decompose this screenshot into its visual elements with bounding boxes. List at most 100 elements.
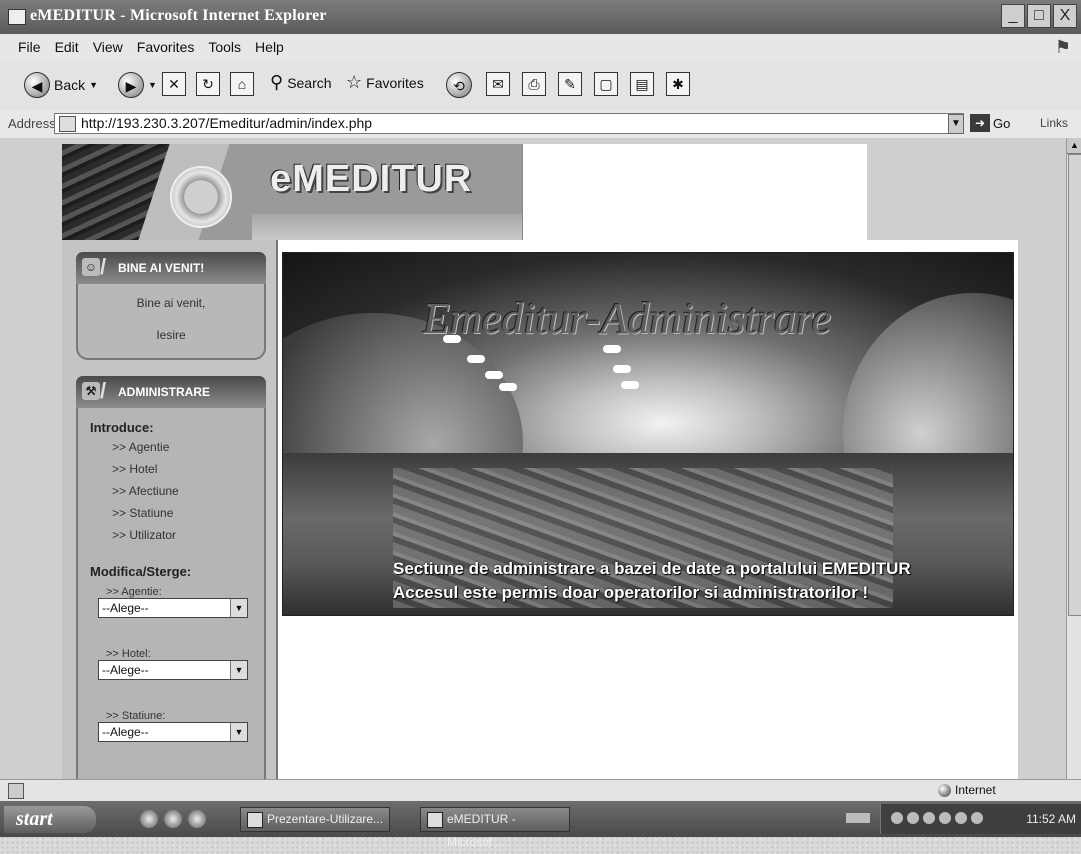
tunnel-light: [613, 365, 631, 373]
search-label: Search: [287, 74, 332, 91]
hotel-select-value: --Alege--: [102, 663, 149, 677]
menu-file[interactable]: File: [18, 39, 41, 55]
banner-blank-area: [522, 144, 867, 240]
quicklaunch-icon[interactable]: [188, 810, 206, 828]
site-logo: [170, 166, 232, 228]
menu-tools[interactable]: Tools: [208, 39, 241, 55]
minimize-button[interactable]: _: [1001, 4, 1025, 28]
document-icon: [247, 812, 263, 828]
taskbar-item-label: Prezentare-Utilizare...: [267, 812, 384, 826]
ie-window-icon: [8, 9, 26, 25]
links-button[interactable]: Links: [1040, 116, 1068, 130]
history-icon[interactable]: ⟲: [446, 72, 472, 98]
discuss-icon[interactable]: ▢: [594, 72, 618, 96]
tray-icon[interactable]: [939, 812, 951, 824]
go-arrow-icon: ➜: [970, 114, 990, 132]
agentie-select[interactable]: --Alege-- ▼: [98, 598, 248, 618]
vertical-scrollbar[interactable]: ▲: [1066, 138, 1081, 779]
scroll-up-icon[interactable]: ▲: [1067, 138, 1081, 154]
print-icon[interactable]: ⎙: [522, 72, 546, 96]
back-button[interactable]: ◀ Back ▼: [24, 72, 98, 98]
modify-delete-label: Modifica/Sterge:: [90, 564, 192, 579]
start-label: start: [16, 808, 53, 830]
chevron-down-icon: ▼: [89, 80, 99, 90]
tray-icon[interactable]: [955, 812, 967, 824]
introduce-utilizator-link[interactable]: >> Utilizator: [112, 528, 176, 542]
tray-icon[interactable]: [923, 812, 935, 824]
tray-icon[interactable]: [907, 812, 919, 824]
favorites-button[interactable]: ☆ Favorites: [346, 72, 424, 93]
forward-arrow-icon: ▶: [118, 72, 144, 98]
windows-logo-icon: ⚑: [1054, 37, 1071, 57]
clock: 11:52 AM: [1026, 812, 1076, 826]
menu-edit[interactable]: Edit: [55, 39, 79, 55]
zone-label: Internet: [955, 783, 996, 797]
hotel-select-label: >> Hotel:: [106, 648, 151, 660]
logout-link[interactable]: Iesire: [78, 328, 264, 342]
introduce-statiune-link[interactable]: >> Statiune: [112, 506, 173, 520]
address-url: http://193.230.3.207/Emeditur/admin/inde…: [81, 115, 373, 131]
tunnel-light: [621, 381, 639, 389]
chevron-down-icon: ▼: [230, 661, 247, 679]
quicklaunch-icon[interactable]: [140, 810, 158, 828]
taskbar-item-browser[interactable]: eMEDITUR - Microsof...: [420, 807, 570, 849]
language-bar-icon[interactable]: [846, 813, 870, 823]
go-label: Go: [993, 115, 1011, 131]
system-tray: 11:52 AM: [880, 804, 1081, 834]
introduce-hotel-link[interactable]: >> Hotel: [112, 462, 157, 476]
tunnel-light: [603, 345, 621, 353]
taskbar: start Prezentare-Utilizare... eMEDITUR -…: [0, 801, 1081, 849]
maximize-button[interactable]: □: [1027, 4, 1051, 28]
introduce-afectiune-link[interactable]: >> Afectiune: [112, 484, 179, 498]
address-bar: Address http://193.230.3.207/Emeditur/ad…: [0, 110, 1081, 139]
messenger-icon[interactable]: ✱: [666, 72, 690, 96]
statiune-select-label: >> Statiune:: [106, 710, 166, 722]
tray-icon[interactable]: [891, 812, 903, 824]
statiune-select[interactable]: --Alege-- ▼: [98, 722, 248, 742]
user-icon: ☺: [82, 258, 100, 276]
tunnel-light: [485, 371, 503, 379]
page-status-icon: [8, 783, 24, 799]
tunnel-light: [499, 383, 517, 391]
go-button[interactable]: ➜ Go: [970, 114, 1010, 132]
taskbar-item-label: eMEDITUR - Microsof...: [447, 812, 516, 849]
quicklaunch-icon[interactable]: [164, 810, 182, 828]
security-zone: Internet: [938, 783, 996, 797]
forward-button[interactable]: ▶ ▼: [118, 72, 157, 98]
close-button[interactable]: X: [1053, 4, 1077, 28]
star-icon: ☆: [346, 72, 363, 92]
welcome-box-header: ☺ / BINE AI VENIT!: [76, 252, 266, 284]
menu-view[interactable]: View: [93, 39, 123, 55]
hotel-select[interactable]: --Alege-- ▼: [98, 660, 248, 680]
welcome-box-title: BINE AI VENIT!: [118, 261, 205, 275]
edit-icon[interactable]: ✎: [558, 72, 582, 96]
search-button[interactable]: ⚲ Search: [270, 72, 332, 93]
address-label: Address: [8, 116, 56, 131]
research-icon[interactable]: ▤: [630, 72, 654, 96]
banner-strip: [252, 214, 522, 240]
introduce-agentie-link[interactable]: >> Agentie: [112, 440, 169, 454]
taskbar-item-presentation[interactable]: Prezentare-Utilizare...: [240, 807, 390, 832]
stop-icon[interactable]: ✕: [162, 72, 186, 96]
page-icon: [59, 116, 76, 132]
chevron-down-icon: ▼: [230, 723, 247, 741]
address-input[interactable]: http://193.230.3.207/Emeditur/admin/inde…: [54, 113, 964, 134]
status-bar: Internet: [0, 779, 1081, 802]
mail-icon[interactable]: ✉: [486, 72, 510, 96]
hero-caption-1: Sectiune de administrare a bazei de date…: [393, 559, 911, 578]
refresh-icon[interactable]: ↻: [196, 72, 220, 96]
favorites-label: Favorites: [366, 74, 424, 91]
admin-box: Introduce: >> Agentie >> Hotel >> Afecti…: [76, 408, 266, 779]
menu-bar: File Edit View Favorites Tools Help ⚑: [0, 34, 1081, 61]
header-divider: /: [100, 378, 107, 403]
home-icon[interactable]: ⌂: [230, 72, 254, 96]
scroll-thumb[interactable]: [1068, 154, 1081, 616]
globe-icon: [938, 783, 951, 797]
address-dropdown-icon[interactable]: ▼: [948, 114, 964, 134]
start-button[interactable]: start: [4, 806, 96, 833]
tray-icon[interactable]: [971, 812, 983, 824]
window-controls: _ □ X: [1001, 4, 1077, 28]
menu-help[interactable]: Help: [255, 39, 284, 55]
welcome-greeting: Bine ai venit,: [136, 296, 206, 310]
menu-favorites[interactable]: Favorites: [137, 39, 195, 55]
